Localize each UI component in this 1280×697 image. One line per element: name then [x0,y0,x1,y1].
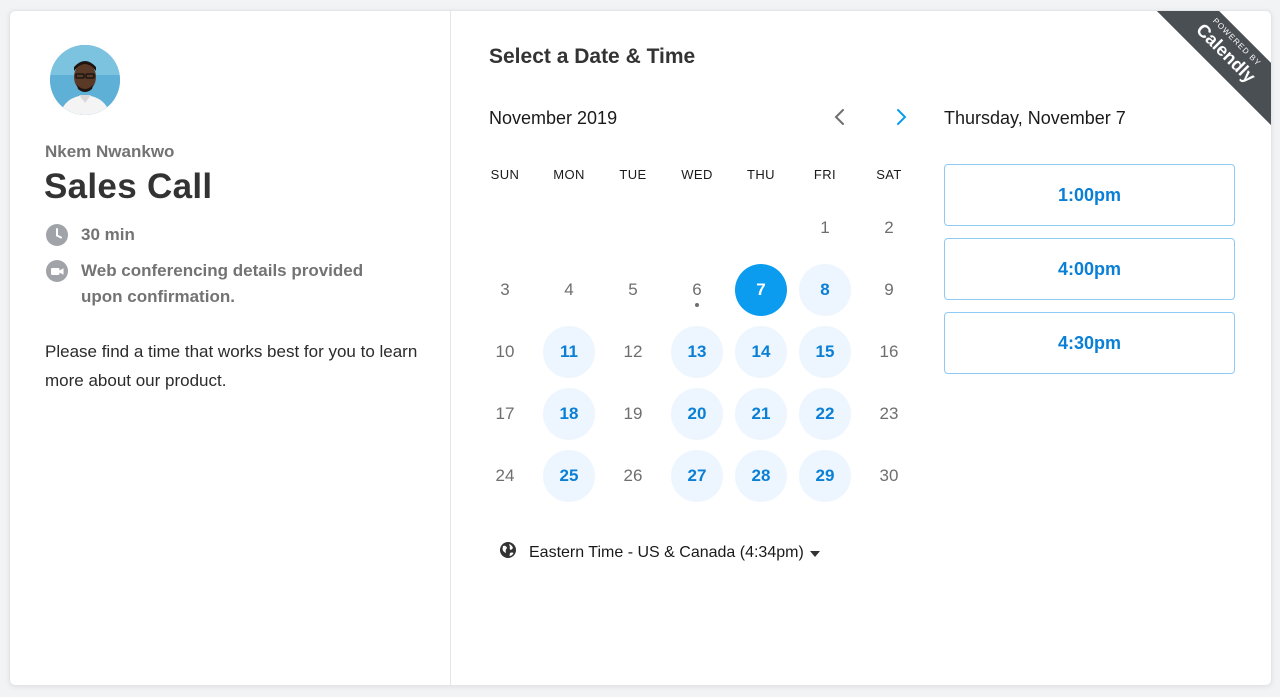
day-number: 28 [751,466,771,485]
weekday-label: TUE [619,167,647,182]
day-number: 23 [879,404,899,423]
day-number: 13 [687,342,707,361]
today-indicator [695,303,699,307]
day-unavailable: 19 [607,388,659,440]
day-number: 29 [815,466,835,485]
day-available[interactable]: 18 [543,388,595,440]
day-unavailable: 10 [479,326,531,378]
event-title: Sales Call [44,167,213,206]
weekday-label: WED [681,167,713,182]
day-available[interactable]: 21 [735,388,787,440]
month-label: November 2019 [489,108,618,128]
day-number: 7 [756,280,766,299]
conferencing-text: Web conferencing details provided upon c… [81,261,364,306]
day-available[interactable]: 22 [799,388,851,440]
day-number: 15 [815,342,835,361]
next-month-button[interactable] [889,107,913,131]
day-number: 8 [820,280,830,299]
day-unavailable: 5 [607,264,659,316]
clock-icon [45,223,69,247]
day-available[interactable]: 28 [735,450,787,502]
day-number: 20 [687,404,707,423]
video-camera-icon [45,259,69,283]
day-unavailable: 4 [543,264,595,316]
host-avatar [50,45,120,115]
day-number: 30 [879,466,899,485]
globe-icon [499,541,517,564]
chevron-left-icon [833,108,847,131]
prev-month-button[interactable] [828,107,852,131]
section-title: Select a Date & Time [489,45,696,68]
day-number: 22 [815,404,835,423]
day-available[interactable]: 11 [543,326,595,378]
day-unavailable: 1 [799,202,851,254]
day-unavailable: 23 [863,388,915,440]
timezone-selector[interactable]: Eastern Time - US & Canada (4:34pm) [499,541,820,564]
day-number: 19 [623,404,643,423]
weekday-label: SUN [490,167,520,182]
day-number: 18 [559,404,579,423]
day-number: 1 [820,218,830,237]
chevron-right-icon [894,108,908,131]
booking-card: Nkem Nwankwo Sales Call 30 min Web confe… [9,10,1272,686]
day-unavailable: 24 [479,450,531,502]
day-number: 6 [692,280,702,299]
timezone-label: Eastern Time - US & Canada (4:34pm) [529,543,804,561]
day-available[interactable]: 14 [735,326,787,378]
event-description: Please find a time that works best for y… [45,342,418,390]
day-number: 3 [500,280,510,299]
duration-row: 30 min [45,222,135,248]
day-number: 14 [751,342,771,361]
duration-text: 30 min [81,225,135,244]
day-available[interactable]: 29 [799,450,851,502]
day-number: 25 [559,466,579,485]
weekday-label: THU [747,167,775,182]
day-available[interactable]: 27 [671,450,723,502]
event-details-panel: Nkem Nwankwo Sales Call 30 min Web confe… [10,11,451,685]
day-available[interactable]: 8 [799,264,851,316]
weekday-label: FRI [813,167,837,182]
day-number: 27 [687,466,707,485]
time-slot-button[interactable]: 4:30pm [944,312,1235,374]
day-selected[interactable]: 7 [735,264,787,316]
weekday-label: MON [553,167,585,182]
day-number: 12 [623,342,643,361]
day-available[interactable]: 20 [671,388,723,440]
day-unavailable: 16 [863,326,915,378]
day-number: 5 [628,280,638,299]
day-available[interactable]: 13 [671,326,723,378]
day-number: 26 [623,466,643,485]
day-available[interactable]: 15 [799,326,851,378]
day-number: 17 [495,404,515,423]
weekday-label: SAT [876,167,902,182]
day-unavailable: 26 [607,450,659,502]
day-unavailable: 12 [607,326,659,378]
day-unavailable: 2 [863,202,915,254]
day-number: 10 [495,342,515,361]
weekday-header: SUN MON TUE WED THU FRI SAT [473,167,921,182]
powered-by-ribbon[interactable]: POWERED BY Calendly [1145,11,1271,134]
day-number: 2 [884,218,894,237]
day-number: 4 [564,280,574,299]
day-number: 11 [560,342,578,361]
day-unavailable: 3 [479,264,531,316]
day-unavailable: 30 [863,450,915,502]
day-unavailable: 6 [671,264,723,316]
day-unavailable: 9 [863,264,915,316]
scheduler-panel: Select a Date & Time November 2019 SUN MO… [451,11,1271,685]
day-number: 9 [884,280,894,299]
selected-date-label: Thursday, November 7 [944,108,1126,128]
caret-down-icon [809,544,820,562]
day-number: 16 [879,342,899,361]
day-number: 24 [495,466,515,485]
brand-name: Calendly [1192,19,1260,87]
conferencing-row: Web conferencing details provided upon c… [45,258,405,310]
day-available[interactable]: 25 [543,450,595,502]
time-slot-button[interactable]: 4:00pm [944,238,1235,300]
time-slot-button[interactable]: 1:00pm [944,164,1235,226]
day-unavailable: 17 [479,388,531,440]
day-number: 21 [751,404,771,423]
host-name: Nkem Nwankwo [45,142,175,161]
